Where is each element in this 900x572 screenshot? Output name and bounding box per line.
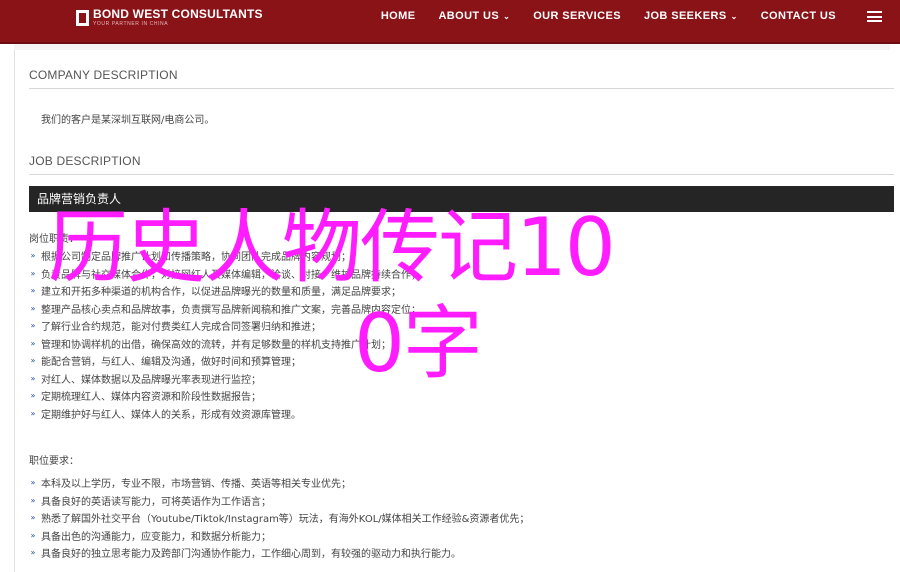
divider (29, 88, 894, 89)
bullet-icon: » (30, 548, 36, 558)
bullet-icon: » (30, 513, 36, 523)
bullet-icon: » (30, 251, 36, 261)
list-item-text: 熟悉了解国外社交平台（Youtube/Tiktok/Instagram等）玩法，… (41, 514, 530, 526)
bullet-icon: » (30, 321, 36, 331)
job-description-title: JOB DESCRIPTION (29, 154, 141, 168)
nav-our-services[interactable]: OUR SERVICES (533, 10, 621, 22)
divider (29, 174, 894, 175)
list-item-text: 具备良好的英语读写能力，可将英语作为工作语言； (41, 496, 271, 508)
chevron-down-icon: ⌄ (730, 11, 738, 21)
bullet-icon: » (30, 268, 36, 278)
logo-mark-icon (76, 10, 89, 26)
list-item: » 具备良好的独立思考能力及跨部门沟通协作能力，工作细心周到，有较强的驱动力和执行… (25, 544, 529, 562)
bullet-icon: » (30, 478, 36, 488)
bullet-icon: » (30, 391, 36, 401)
list-item: » 具备出色的沟通能力，应变能力，和数据分析能力； (25, 527, 529, 545)
bullet-icon: » (30, 286, 36, 296)
list-item: » 具备良好的英语读写能力，可将英语作为工作语言； (25, 492, 529, 510)
brand-logo[interactable]: BOND WEST CONSULTANTS YOUR PARTNER IN CH… (76, 8, 263, 28)
bullet-icon: » (30, 408, 36, 418)
logo-tagline: YOUR PARTNER IN CHINA (93, 21, 169, 27)
company-description-title: COMPANY DESCRIPTION (29, 68, 178, 82)
bullet-icon: » (30, 356, 36, 366)
company-description-text: 我们的客户是某深圳互联网/电商公司。 (41, 115, 215, 126)
logo-name: BOND WEST CONSULTANTS (93, 7, 263, 21)
overlay-headline: 历史人物传记10 0字 (48, 200, 808, 392)
top-navigation-bar: BOND WEST CONSULTANTS YOUR PARTNER IN CH… (0, 0, 900, 44)
nav-about-us[interactable]: ABOUT US ⌄ (438, 10, 510, 22)
requirements-list: » 本科及以上学历，专业不限，市场营销、传播、英语等相关专业优先； » 具备良好的英语… (25, 474, 530, 562)
main-nav: HOME ABOUT US ⌄ OUR SERVICES JOB SEEKERS ⌄… (358, 10, 836, 22)
list-item: » 本科及以上学历，专业不限，市场营销、传播、英语等相关专业优先； (25, 474, 529, 492)
list-item: » 熟悉了解国外社交平台（Youtube/Tiktok/Instagram等）玩法… (25, 509, 530, 527)
requirements-label: 职位要求： (29, 456, 79, 467)
overlay-line-1: 历史人物传记10 (48, 201, 616, 294)
bullet-icon: » (30, 495, 36, 505)
nav-job-seekers[interactable]: JOB SEEKERS ⌄ (644, 10, 738, 22)
bullet-icon: » (30, 338, 36, 348)
list-item: » 定期维护好与红人、媒体人的关系，形成有效资源库管理。 (25, 405, 421, 423)
nav-contact-us[interactable]: CONTACT US (761, 10, 836, 22)
bullet-icon: » (30, 303, 36, 313)
nav-home[interactable]: HOME (381, 10, 416, 22)
hamburger-icon[interactable] (867, 9, 882, 24)
overlay-line-2: 0字 (354, 297, 483, 390)
list-item-text: 定期维护好与红人、媒体人的关系，形成有效资源库管理。 (41, 409, 301, 421)
list-item-text: 具备良好的独立思考能力及跨部门沟通协作能力，工作细心周到，有较强的驱动力和执行能… (41, 549, 461, 561)
list-item-text: 具备出色的沟通能力，应变能力，和数据分析能力； (41, 531, 271, 543)
bullet-icon: » (30, 530, 36, 540)
bullet-icon: » (30, 373, 36, 383)
list-item-text: 本科及以上学历，专业不限，市场营销、传播、英语等相关专业优先； (41, 479, 351, 491)
chevron-down-icon: ⌄ (503, 11, 511, 21)
